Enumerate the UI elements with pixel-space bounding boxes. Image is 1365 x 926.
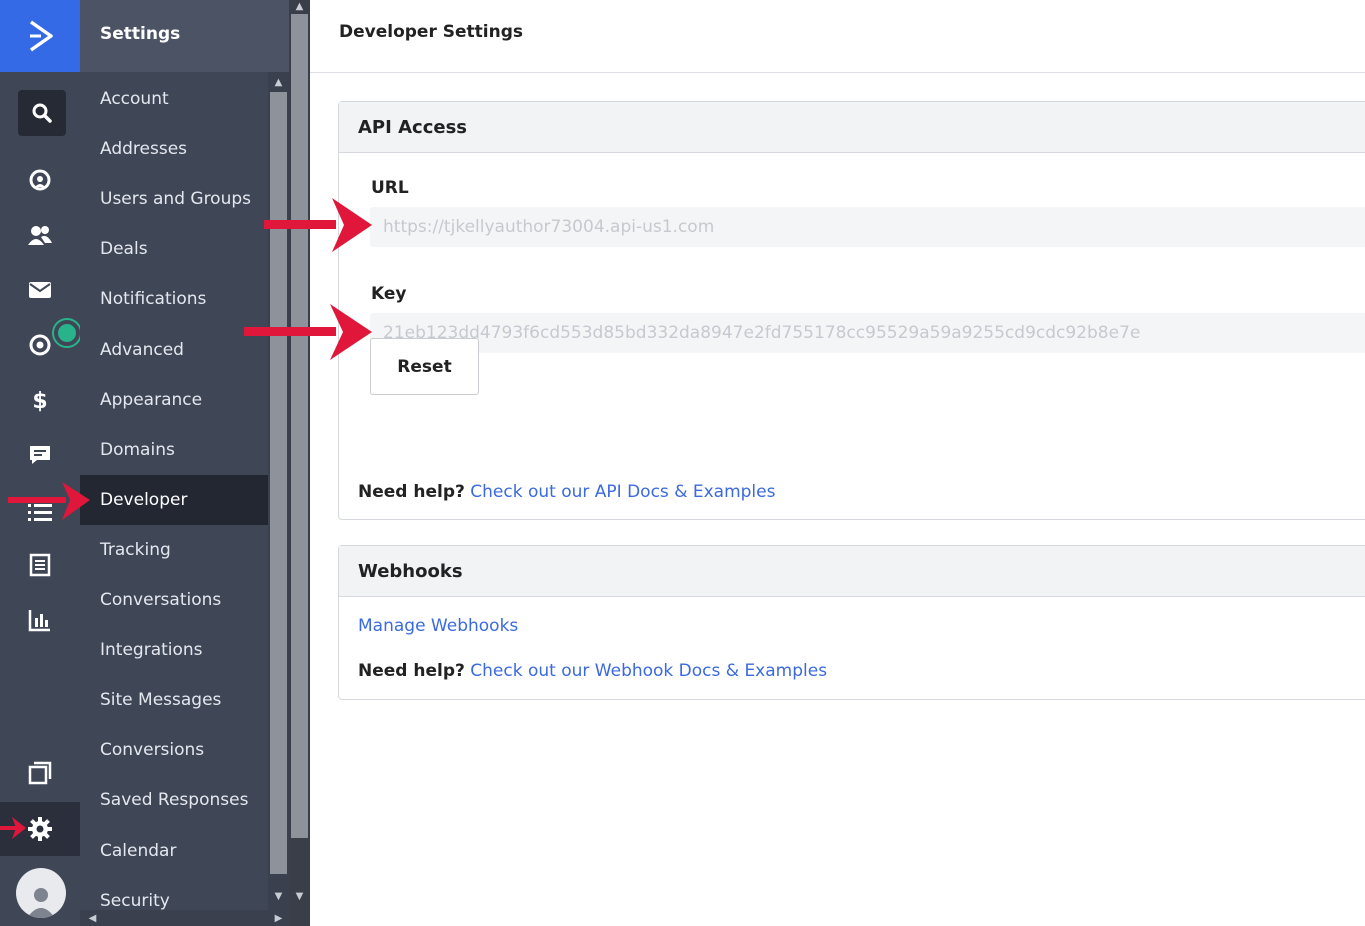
manage-webhooks-link[interactable]: Manage Webhooks bbox=[358, 616, 518, 636]
settings-menu-title: Settings bbox=[80, 0, 289, 72]
reset-key-button[interactable]: Reset bbox=[370, 338, 479, 395]
webhook-help-prefix: Need help? bbox=[358, 661, 465, 681]
menu-item-integrations[interactable]: Integrations bbox=[80, 625, 268, 675]
menu-item-addresses[interactable]: Addresses bbox=[80, 124, 268, 174]
key-field[interactable] bbox=[370, 313, 1365, 353]
search-button[interactable] bbox=[18, 90, 66, 136]
menu-item-appearance[interactable]: Appearance bbox=[80, 375, 268, 425]
nav-forms[interactable] bbox=[0, 541, 80, 589]
menu-item-calendar[interactable]: Calendar bbox=[80, 826, 268, 876]
url-label: URL bbox=[371, 178, 409, 198]
menu-item-deals[interactable]: Deals bbox=[80, 224, 268, 274]
search-icon bbox=[32, 103, 52, 123]
menu-item-domains[interactable]: Domains bbox=[80, 425, 268, 475]
page-scroll-down-button[interactable]: ▼ bbox=[291, 890, 308, 904]
contacts-icon bbox=[29, 169, 51, 191]
forms-icon bbox=[29, 553, 51, 577]
nav-deals[interactable]: $ bbox=[0, 376, 80, 424]
menu-item-saved-responses[interactable]: Saved Responses bbox=[80, 775, 268, 825]
page-header: Developer Settings bbox=[310, 0, 1365, 73]
reports-icon bbox=[28, 610, 50, 632]
menu-item-users-and-groups[interactable]: Users and Groups bbox=[80, 174, 268, 224]
page-title: Developer Settings bbox=[339, 22, 524, 42]
key-label: Key bbox=[371, 284, 407, 304]
nav-conversations[interactable] bbox=[0, 431, 80, 479]
webhooks-card: Webhooks Manage Webhooks Need help? Chec… bbox=[338, 545, 1365, 700]
menu-item-conversions[interactable]: Conversions bbox=[80, 725, 268, 775]
api-access-heading: API Access bbox=[339, 102, 1365, 153]
api-help-text: Need help? Check out our API Docs & Exam… bbox=[358, 482, 775, 502]
annotation-arrow-developer bbox=[8, 482, 90, 520]
automation-icon bbox=[29, 334, 51, 356]
menu-item-notifications[interactable]: Notifications bbox=[80, 274, 268, 324]
icon-rail: $ bbox=[0, 0, 82, 926]
scroll-left-button[interactable]: ◀ bbox=[84, 912, 101, 926]
annotation-arrow-settings bbox=[0, 817, 26, 839]
nav-apps[interactable] bbox=[0, 749, 80, 797]
menu-item-site-messages[interactable]: Site Messages bbox=[80, 675, 268, 725]
url-field[interactable] bbox=[370, 207, 1365, 247]
status-indicator bbox=[52, 318, 82, 348]
api-docs-link[interactable]: Check out our API Docs & Examples bbox=[470, 482, 775, 502]
nav-contacts[interactable] bbox=[0, 156, 80, 204]
annotation-arrow-key bbox=[244, 304, 372, 360]
avatar-icon bbox=[27, 888, 55, 918]
nav-reports[interactable] bbox=[0, 596, 80, 644]
menu-item-conversations[interactable]: Conversations bbox=[80, 575, 268, 625]
settings-menu: Settings Account Addresses Users and Group… bbox=[80, 0, 310, 926]
brand-logo-button[interactable] bbox=[0, 0, 80, 72]
email-icon bbox=[29, 282, 51, 298]
page-scroll-up-button[interactable]: ▲ bbox=[291, 0, 308, 14]
conversations-icon bbox=[30, 446, 50, 464]
logo-chevron-icon bbox=[29, 20, 53, 52]
gear-icon bbox=[28, 817, 52, 841]
svg-text:$: $ bbox=[32, 389, 47, 413]
menu-scroll-down-button[interactable]: ▼ bbox=[270, 890, 287, 904]
webhook-docs-link[interactable]: Check out our Webhook Docs & Examples bbox=[470, 661, 827, 681]
annotation-arrow-url bbox=[264, 198, 372, 252]
page-scrollbar-thumb[interactable] bbox=[291, 14, 308, 838]
nav-users[interactable] bbox=[0, 211, 80, 259]
menu-item-advanced[interactable]: Advanced bbox=[80, 325, 268, 375]
api-help-prefix: Need help? bbox=[358, 482, 465, 502]
api-access-card: API Access URL Key Reset Need help? Chec… bbox=[338, 101, 1365, 520]
deals-icon: $ bbox=[32, 389, 47, 413]
menu-item-tracking[interactable]: Tracking bbox=[80, 525, 268, 575]
menu-scroll-up-button[interactable]: ▲ bbox=[270, 76, 287, 90]
webhooks-heading: Webhooks bbox=[339, 546, 1365, 597]
user-avatar[interactable] bbox=[16, 868, 66, 918]
menu-item-account[interactable]: Account bbox=[80, 74, 268, 124]
menu-horizontal-scrollbar[interactable]: ◀ ▶ bbox=[80, 910, 282, 926]
webhook-help-text: Need help? Check out our Webhook Docs & … bbox=[358, 661, 827, 681]
apps-icon bbox=[28, 761, 52, 785]
scroll-right-button[interactable]: ▶ bbox=[270, 912, 287, 926]
menu-item-developer[interactable]: Developer bbox=[80, 474, 268, 525]
main-content: Developer Settings API Access URL Key Re… bbox=[310, 0, 1365, 926]
nav-email[interactable] bbox=[0, 266, 80, 314]
users-icon bbox=[28, 226, 52, 245]
